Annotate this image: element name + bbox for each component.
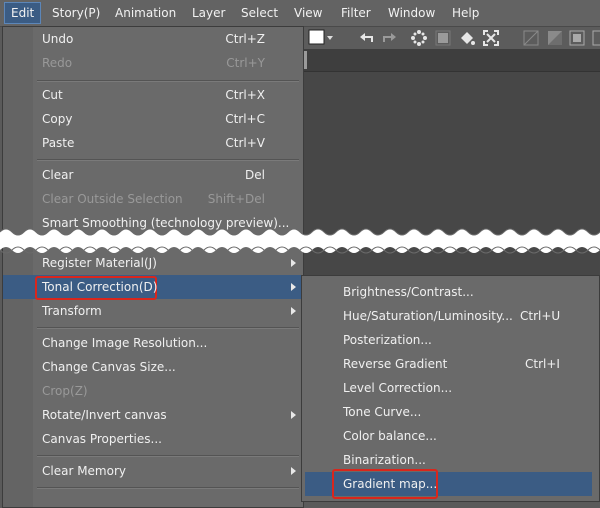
menu-item-label: Copy bbox=[42, 112, 73, 126]
gradient-icon[interactable] bbox=[546, 29, 564, 47]
submenu-arrow-icon bbox=[291, 259, 296, 267]
menu-separator bbox=[37, 159, 299, 161]
submenu-item-reverse-gradient[interactable]: Reverse Gradient Ctrl+I bbox=[302, 352, 599, 376]
submenu-arrow-icon bbox=[291, 411, 296, 419]
menu-item-label: Undo bbox=[42, 32, 74, 46]
menu-item-shortcut: Del bbox=[245, 168, 265, 182]
ruler-off-icon[interactable] bbox=[522, 29, 540, 47]
menu-bar: Edit Story(P) Animation Layer Select Vie… bbox=[0, 0, 600, 27]
menu-item-clear-memory[interactable]: Clear Memory bbox=[3, 459, 303, 483]
menu-item-clear-outside-selection: Clear Outside Selection Shift+Del bbox=[3, 187, 303, 211]
crop-corners-icon[interactable] bbox=[482, 29, 500, 47]
draw-color-icon[interactable] bbox=[308, 29, 333, 47]
menu-item-label: Cut bbox=[42, 88, 63, 102]
menu-item-change-image-resolution[interactable]: Change Image Resolution... bbox=[3, 331, 303, 355]
submenu-item-label: Hue/Saturation/Luminosity... bbox=[343, 309, 513, 323]
menu-separator bbox=[37, 80, 299, 82]
submenu-item-label: Gradient map... bbox=[343, 477, 438, 491]
menu-item-rotate-invert-canvas[interactable]: Rotate/Invert canvas bbox=[3, 403, 303, 427]
submenu-item-label: Reverse Gradient bbox=[343, 357, 448, 371]
menu-item-label: Canvas Properties... bbox=[42, 432, 162, 446]
submenu-item-color-balance[interactable]: Color balance... bbox=[302, 424, 599, 448]
menu-item-redo: Redo Ctrl+Y bbox=[3, 51, 303, 75]
transform-icon[interactable] bbox=[434, 29, 452, 47]
submenu-item-label: Brightness/Contrast... bbox=[343, 285, 474, 299]
submenu-item-gradient-map[interactable]: Gradient map... bbox=[305, 469, 592, 499]
menu-item-shortcut: Ctrl+C bbox=[225, 112, 265, 126]
menu-animation[interactable]: Animation bbox=[109, 3, 182, 23]
torn-edge-divider bbox=[0, 228, 600, 254]
fill-bucket-icon[interactable] bbox=[458, 29, 476, 47]
menu-item-transform[interactable]: Transform bbox=[3, 299, 303, 323]
menu-separator bbox=[37, 327, 299, 329]
submenu-item-hue-saturation-luminosity[interactable]: Hue/Saturation/Luminosity... Ctrl+U bbox=[302, 304, 599, 328]
menu-separator bbox=[37, 455, 299, 457]
ruler-edge bbox=[304, 51, 307, 69]
submenu-item-label: Posterization... bbox=[343, 333, 432, 347]
menu-item-shortcut: Shift+Del bbox=[207, 192, 265, 206]
select-dots-icon[interactable] bbox=[410, 29, 428, 47]
menu-help[interactable]: Help bbox=[446, 3, 485, 23]
menu-item-tonal-correction[interactable]: Tonal Correction(D) bbox=[3, 275, 303, 300]
menu-view[interactable]: View bbox=[288, 3, 328, 23]
menu-select[interactable]: Select bbox=[235, 3, 284, 23]
menu-separator bbox=[37, 487, 299, 489]
menu-item-label: Clear Outside Selection bbox=[42, 192, 183, 206]
menu-item-shortcut: Ctrl+X bbox=[225, 88, 265, 102]
grid-icon[interactable] bbox=[568, 29, 586, 47]
menu-item-cut[interactable]: Cut Ctrl+X bbox=[3, 83, 303, 107]
menu-item-label: Rotate/Invert canvas bbox=[42, 408, 167, 422]
menu-item-label: Paste bbox=[42, 136, 75, 150]
menu-item-shortcut: Ctrl+Z bbox=[225, 32, 265, 46]
submenu-item-shortcut: Ctrl+U bbox=[520, 309, 561, 323]
menu-story[interactable]: Story(P) bbox=[46, 3, 106, 23]
menu-item-label: Clear bbox=[42, 168, 74, 182]
submenu-arrow-icon bbox=[291, 467, 296, 475]
menu-item-label: Redo bbox=[42, 56, 73, 70]
submenu-item-brightness-contrast[interactable]: Brightness/Contrast... bbox=[302, 280, 599, 304]
menu-item-label: Transform bbox=[42, 304, 102, 318]
redo-icon[interactable] bbox=[380, 29, 398, 47]
menu-item-undo[interactable]: Undo Ctrl+Z bbox=[3, 27, 303, 51]
menu-item-label: Tonal Correction(D) bbox=[42, 280, 158, 294]
submenu-item-label: Level Correction... bbox=[343, 381, 453, 395]
menu-filter[interactable]: Filter bbox=[335, 3, 377, 23]
submenu-item-label: Tone Curve... bbox=[343, 405, 422, 419]
submenu-item-label: Color balance... bbox=[343, 429, 437, 443]
menu-item-label: Change Canvas Size... bbox=[42, 360, 176, 374]
menu-item-label: Crop(Z) bbox=[42, 384, 88, 398]
menu-window[interactable]: Window bbox=[382, 3, 441, 23]
toolbar bbox=[302, 27, 600, 49]
submenu-arrow-icon bbox=[291, 283, 296, 291]
menu-item-shortcut: Ctrl+V bbox=[225, 136, 265, 150]
submenu-item-tone-curve[interactable]: Tone Curve... bbox=[302, 400, 599, 424]
frame-icon[interactable] bbox=[592, 29, 600, 47]
menu-item-clear[interactable]: Clear Del bbox=[3, 163, 303, 187]
menu-item-crop: Crop(Z) bbox=[3, 379, 303, 403]
submenu-item-posterization[interactable]: Posterization... bbox=[302, 328, 599, 352]
menu-item-label: Change Image Resolution... bbox=[42, 336, 208, 350]
menu-layer[interactable]: Layer bbox=[186, 3, 231, 23]
menu-item-shortcut: Ctrl+Y bbox=[226, 56, 265, 70]
ruler bbox=[302, 49, 600, 72]
menu-item-label: Clear Memory bbox=[42, 464, 126, 478]
edit-menu: Undo Ctrl+Z Redo Ctrl+Y Cut Ctrl+X Copy … bbox=[2, 26, 304, 508]
menu-item-canvas-properties[interactable]: Canvas Properties... bbox=[3, 427, 303, 451]
submenu-arrow-icon bbox=[291, 307, 296, 315]
menu-item-change-canvas-size[interactable]: Change Canvas Size... bbox=[3, 355, 303, 379]
submenu-item-shortcut: Ctrl+I bbox=[525, 357, 560, 371]
undo-icon[interactable] bbox=[358, 29, 376, 47]
tonal-correction-submenu: Brightness/Contrast... Hue/Saturation/Lu… bbox=[301, 275, 600, 502]
menu-edit[interactable]: Edit bbox=[4, 2, 42, 24]
menu-item-copy[interactable]: Copy Ctrl+C bbox=[3, 107, 303, 131]
submenu-item-level-correction[interactable]: Level Correction... bbox=[302, 376, 599, 400]
menu-item-paste[interactable]: Paste Ctrl+V bbox=[3, 131, 303, 155]
